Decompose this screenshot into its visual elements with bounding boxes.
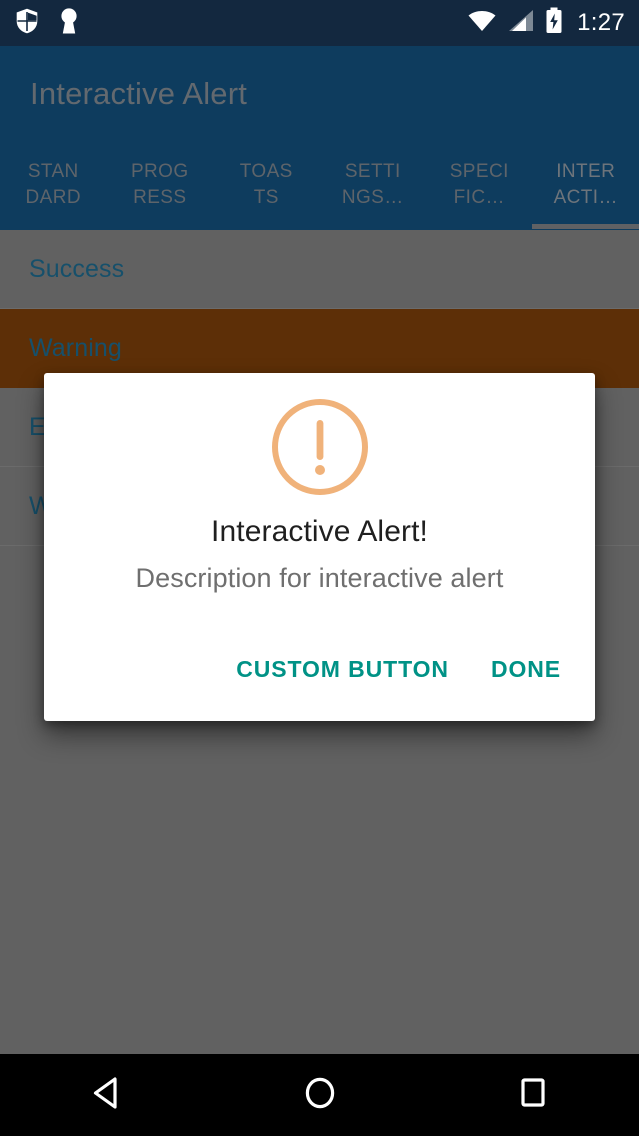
tab-settings-line2: NGS…: [341, 186, 404, 208]
tab-progress[interactable]: PROG RESS: [107, 151, 214, 230]
tab-interactive-line2: ACTI…: [553, 186, 618, 208]
exclamation-circle-icon: [268, 395, 372, 499]
tab-toasts[interactable]: TOAS TS: [213, 151, 320, 230]
tab-progress-line2: RESS: [133, 186, 187, 208]
status-bar-system-icons: 1:27: [467, 7, 625, 39]
tab-interactive[interactable]: INTER ACTI…: [533, 151, 639, 230]
list-item-success[interactable]: Success: [0, 230, 639, 309]
list-item-label: Success: [29, 255, 125, 283]
tab-specific-line2: FIC…: [453, 186, 505, 208]
app-bar: Interactive Alert STAN DARD PROG RESS TO…: [0, 46, 639, 230]
status-bar-notification-icons: [14, 6, 80, 40]
battery-charging-icon: [545, 7, 563, 39]
recents-square-icon: [517, 1075, 549, 1116]
shield-icon: [14, 6, 40, 40]
tab-specific[interactable]: SPECI FIC…: [426, 151, 533, 230]
tab-specific-line1: SPECI: [449, 160, 509, 182]
android-screen: 1:27 Interactive Alert STAN DARD PROG RE…: [0, 0, 639, 1136]
dialog-title: Interactive Alert!: [211, 515, 428, 548]
tab-standard-line2: DARD: [25, 186, 81, 208]
dialog-message: Description for interactive alert: [135, 563, 504, 593]
tab-interactive-line1: INTER: [556, 160, 616, 182]
dialog-action-bar: CUSTOM BUTTON DONE: [44, 648, 595, 721]
navigation-bar: [0, 1054, 639, 1136]
alert-dialog: Interactive Alert! Description for inter…: [44, 373, 595, 721]
recents-button[interactable]: [426, 1054, 639, 1136]
tab-toasts-line1: TOAS: [239, 160, 293, 182]
back-button[interactable]: [0, 1054, 213, 1136]
keyhole-icon: [58, 7, 80, 40]
tab-selected-indicator: [532, 224, 639, 229]
tab-settings-line1: SETTI: [344, 160, 401, 182]
home-button[interactable]: [213, 1054, 426, 1136]
tab-standard-line1: STAN: [27, 160, 79, 182]
list-item-label: Warning: [29, 334, 122, 362]
custom-button[interactable]: CUSTOM BUTTON: [226, 648, 459, 691]
tab-standard[interactable]: STAN DARD: [0, 151, 107, 230]
cellular-signal-icon: [507, 9, 535, 38]
tab-settings[interactable]: SETTI NGS…: [320, 151, 427, 230]
home-circle-icon: [302, 1074, 338, 1117]
page-title: Interactive Alert: [30, 76, 248, 111]
tab-bar[interactable]: STAN DARD PROG RESS TOAS TS SETTI NGS… S…: [0, 151, 639, 230]
status-bar-clock: 1:27: [577, 9, 625, 36]
status-bar: 1:27: [0, 0, 639, 46]
wifi-icon: [467, 9, 497, 38]
done-button[interactable]: DONE: [481, 648, 571, 691]
tab-toasts-line2: TS: [253, 186, 279, 208]
tab-progress-line1: PROG: [130, 160, 189, 182]
back-triangle-icon: [90, 1075, 124, 1116]
